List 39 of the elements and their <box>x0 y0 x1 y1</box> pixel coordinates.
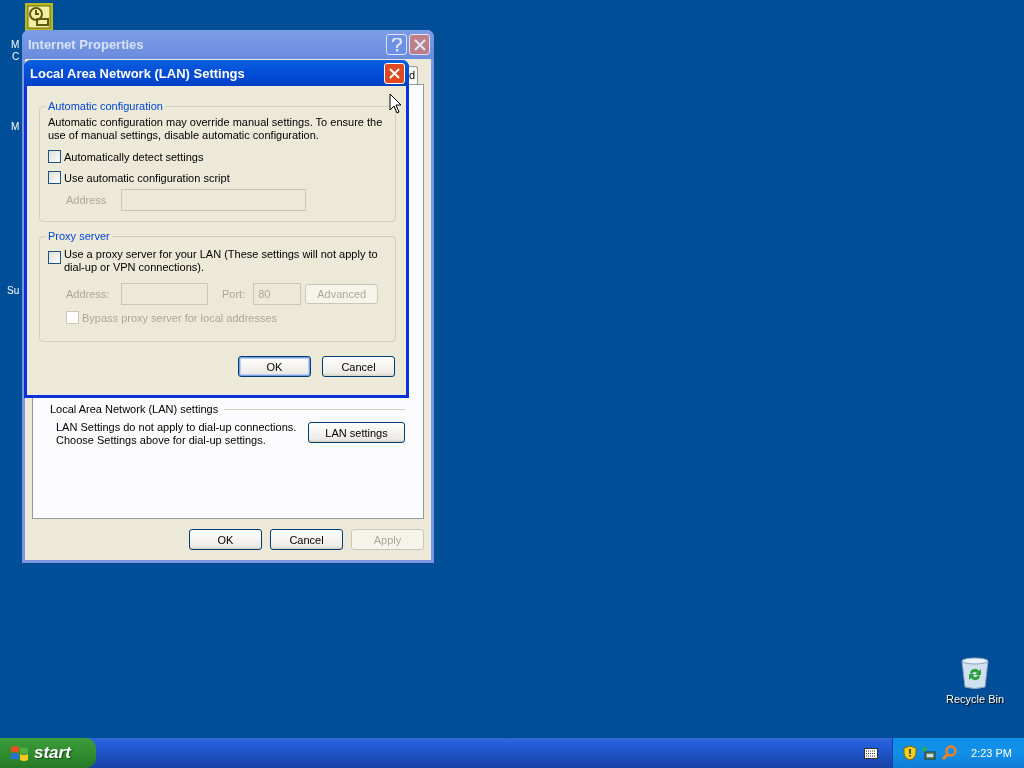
close-button[interactable] <box>409 34 430 55</box>
network-icon[interactable] <box>921 745 938 761</box>
windows-flag-icon <box>10 744 30 762</box>
field-label: Address: <box>66 288 111 300</box>
ok-button[interactable]: OK <box>238 356 311 377</box>
cancel-button[interactable]: Cancel <box>322 356 395 377</box>
group-title: Automatic configuration <box>47 100 164 112</box>
description-text: LAN Settings do not apply to dial-up connections. Choose Settings above for dial-up settings. <box>56 421 297 447</box>
section-title: Local Area Network (LAN) settings <box>50 403 219 415</box>
field-label: Address <box>66 194 108 206</box>
checkbox-label[interactable]: Use a proxy server for your LAN (These settings will not apply to dial-up or VPN connections). <box>64 248 387 274</box>
checkbox[interactable] <box>48 171 61 184</box>
desktop-icon-label: M <box>11 121 20 132</box>
shield-icon[interactable] <box>903 745 918 761</box>
ok-button[interactable]: OK <box>189 529 262 550</box>
lan-settings-button[interactable]: LAN settings <box>308 422 405 443</box>
desktop-icon-label[interactable]: Recycle Bin <box>945 693 1005 705</box>
keyboard-icon[interactable] <box>864 747 879 759</box>
checkbox-label[interactable]: Automatically detect settings <box>64 150 204 163</box>
program-icon[interactable] <box>25 3 53 31</box>
mouse-cursor-icon <box>389 93 402 114</box>
desktop-icon-label: C <box>12 51 20 62</box>
window-title: Internet Properties <box>28 37 144 52</box>
close-icon <box>413 38 426 51</box>
help-icon <box>390 37 403 52</box>
desktop-icon-label: Su <box>7 285 20 296</box>
desktop-icon-label: M <box>11 39 20 50</box>
checkbox[interactable] <box>48 251 61 264</box>
description-text: Automatic configuration may override manual settings. To ensure the use of manual settings, disable automatic configuration. <box>48 116 384 142</box>
window-title: Local Area Network (LAN) Settings <box>30 65 245 81</box>
recycle-bin-icon[interactable] <box>960 657 990 689</box>
field-label: Port: <box>222 288 246 300</box>
cancel-button[interactable]: Cancel <box>270 529 343 550</box>
checkbox-label[interactable]: Use automatic configuration script <box>64 171 230 184</box>
group-title: Proxy server <box>47 230 111 242</box>
close-button[interactable] <box>384 62 405 84</box>
start-button[interactable]: start <box>0 738 96 768</box>
checkbox[interactable] <box>48 150 61 163</box>
close-icon <box>389 67 400 79</box>
